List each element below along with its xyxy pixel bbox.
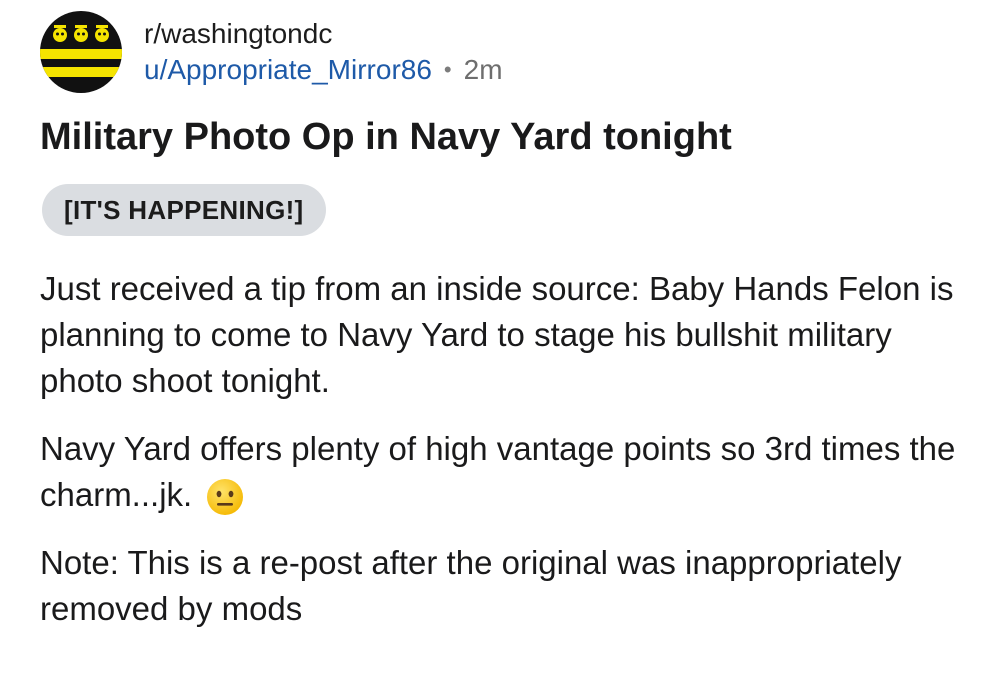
author-username-link[interactable]: u/Appropriate_Mirror86: [144, 53, 432, 87]
byline: u/Appropriate_Mirror86 • 2m: [144, 53, 503, 87]
post-flair-badge[interactable]: [IT'S HAPPENING!]: [42, 184, 326, 236]
post-meta: r/washingtondc u/Appropriate_Mirror86 • …: [144, 17, 503, 87]
neutral-face-emoji-icon: [206, 478, 244, 516]
post-body-paragraph: Note: This is a re-post after the origin…: [40, 544, 902, 627]
post-header: r/washingtondc u/Appropriate_Mirror86 • …: [40, 11, 503, 93]
reddit-post: r/washingtondc u/Appropriate_Mirror86 • …: [0, 0, 1000, 682]
post-timestamp: 2m: [463, 54, 503, 85]
post-title[interactable]: Military Photo Op in Navy Yard tonight: [40, 114, 732, 160]
post-body-paragraph: Navy Yard offers plenty of high vantage …: [40, 426, 980, 518]
subreddit-link[interactable]: r/washingtondc: [144, 17, 503, 51]
separator-dot: •: [443, 57, 452, 82]
post-body-paragraph: Just received a tip from an inside sourc…: [40, 270, 954, 399]
post-body: Just received a tip from an inside sourc…: [40, 266, 980, 654]
subreddit-avatar-icon[interactable]: [40, 11, 122, 93]
post-body-text: Navy Yard offers plenty of high vantage …: [40, 430, 956, 513]
